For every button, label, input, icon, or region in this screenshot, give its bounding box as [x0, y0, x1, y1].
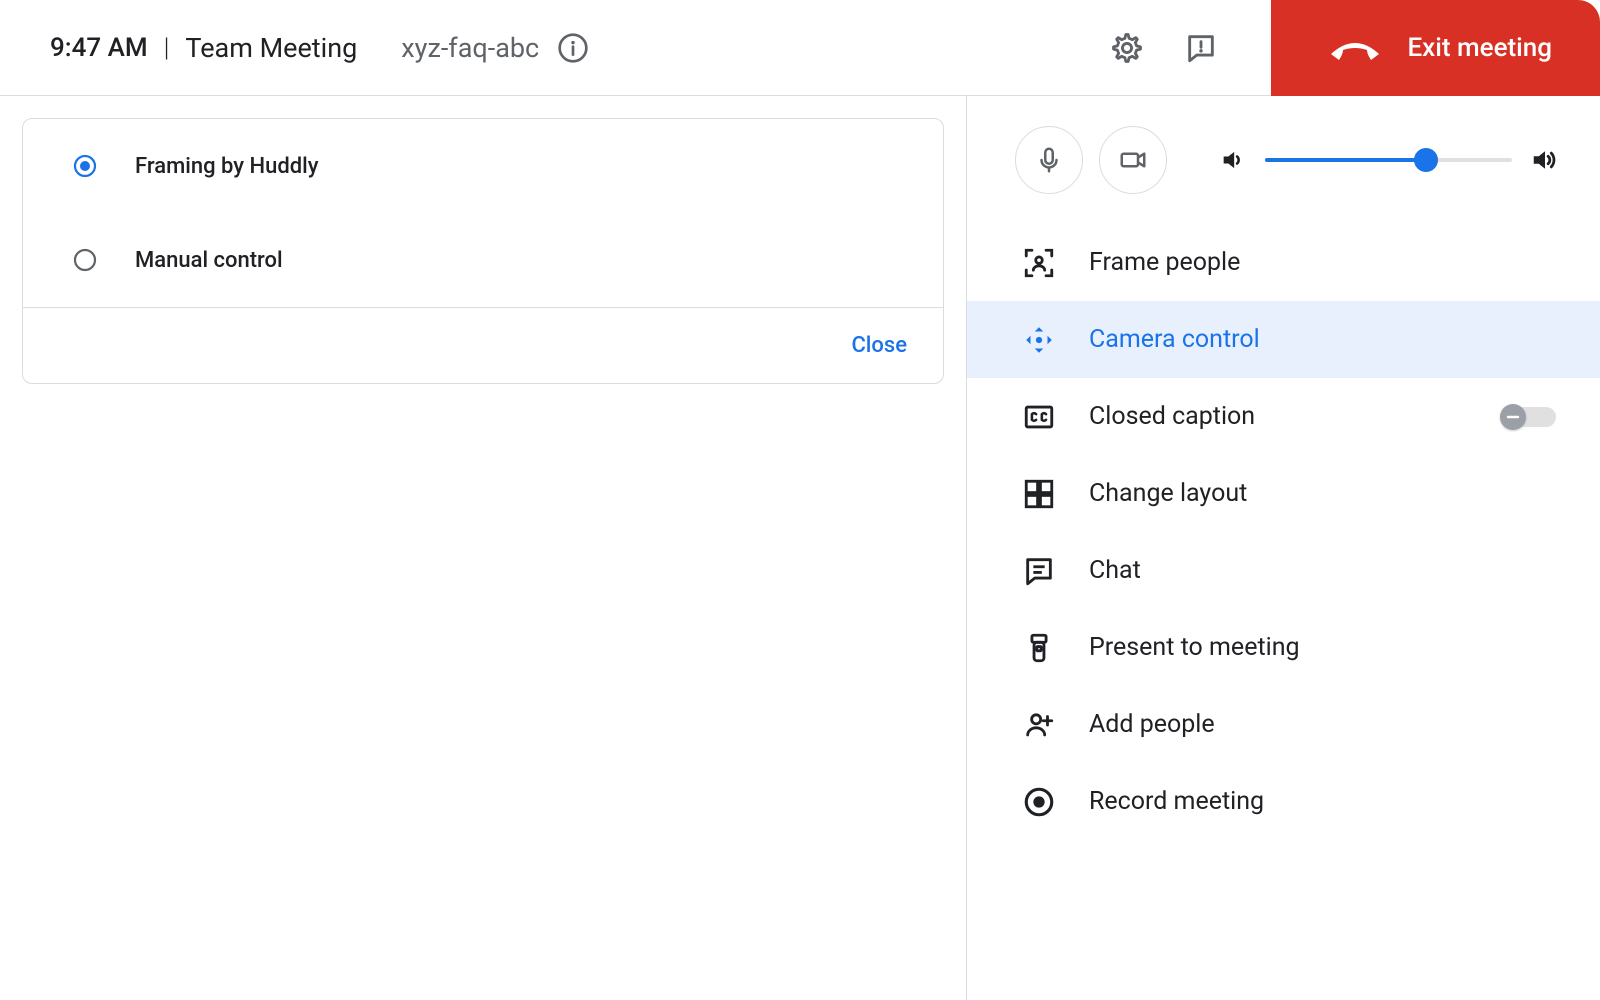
volume-high-icon [1530, 145, 1560, 175]
card-footer: Close [23, 307, 943, 383]
main-area: Framing by Huddly Manual control Close [0, 96, 966, 1000]
panel-top-controls [967, 96, 1600, 224]
menu-present[interactable]: Present to meeting [967, 609, 1600, 686]
framing-option-huddly[interactable]: Framing by Huddly [23, 119, 943, 213]
hangup-icon [1327, 34, 1383, 62]
framing-option-manual[interactable]: Manual control [23, 213, 943, 307]
camera-toggle[interactable] [1099, 126, 1167, 194]
menu-label: Camera control [1089, 325, 1260, 354]
menu-closed-caption[interactable]: Closed caption [967, 378, 1600, 455]
volume-low-icon [1219, 146, 1247, 174]
menu-chat[interactable]: Chat [967, 532, 1600, 609]
exit-meeting-button[interactable]: Exit meeting [1271, 0, 1600, 96]
mic-toggle[interactable] [1015, 126, 1083, 194]
header-separator: | [164, 33, 170, 63]
info-icon[interactable] [557, 32, 589, 64]
menu-frame-people[interactable]: Frame people [967, 224, 1600, 301]
menu-list: Frame people Camera control [967, 224, 1600, 840]
slider-thumb[interactable] [1414, 148, 1438, 172]
camera-control-card: Framing by Huddly Manual control Close [22, 118, 944, 384]
volume-slider[interactable] [1265, 148, 1512, 172]
closed-captions-toggle[interactable] [1502, 407, 1556, 427]
menu-camera-control[interactable]: Camera control [967, 301, 1600, 378]
radio-unselected-icon [73, 248, 97, 272]
feedback-icon [1184, 31, 1218, 65]
menu-label: Frame people [1089, 248, 1240, 277]
settings-button[interactable] [1099, 20, 1155, 76]
exit-label: Exit meeting [1407, 33, 1552, 63]
camera-control-icon [1019, 320, 1059, 360]
menu-add-people[interactable]: Add people [967, 686, 1600, 763]
toggle-knob [1500, 404, 1526, 430]
menu-change-layout[interactable]: Change layout [967, 455, 1600, 532]
menu-label: Closed caption [1089, 402, 1255, 431]
menu-label: Present to meeting [1089, 633, 1300, 662]
body: Framing by Huddly Manual control Close [0, 96, 1600, 1000]
camera-icon [1118, 145, 1148, 175]
slider-fill [1265, 158, 1426, 162]
menu-label: Record meeting [1089, 787, 1264, 816]
frame-people-icon [1019, 243, 1059, 283]
app-frame: 9:47 AM | Team Meeting xyz-faq-abc [0, 0, 1600, 1000]
menu-label: Add people [1089, 710, 1215, 739]
radio-label: Manual control [135, 248, 283, 273]
close-button[interactable]: Close [851, 333, 907, 358]
menu-record[interactable]: Record meeting [967, 763, 1600, 840]
gear-icon [1110, 31, 1144, 65]
add-people-icon [1019, 705, 1059, 745]
radio-label: Framing by Huddly [135, 154, 319, 179]
menu-label: Change layout [1089, 479, 1247, 508]
present-icon [1019, 628, 1059, 668]
clock-time: 9:47 AM [50, 33, 148, 63]
feedback-button[interactable] [1173, 20, 1229, 76]
header-bar: 9:47 AM | Team Meeting xyz-faq-abc [0, 0, 1600, 96]
slider-track [1265, 158, 1512, 162]
record-icon [1019, 782, 1059, 822]
menu-label: Chat [1089, 556, 1141, 585]
change-layout-icon [1019, 474, 1059, 514]
meeting-code: xyz-faq-abc [401, 32, 539, 64]
closed-caption-icon [1019, 397, 1059, 437]
mic-icon [1034, 145, 1064, 175]
chat-icon [1019, 551, 1059, 591]
meeting-title: Team Meeting [185, 32, 357, 64]
radio-selected-icon [73, 154, 97, 178]
side-panel: Frame people Camera control [966, 96, 1600, 1000]
volume-control [1219, 145, 1560, 175]
